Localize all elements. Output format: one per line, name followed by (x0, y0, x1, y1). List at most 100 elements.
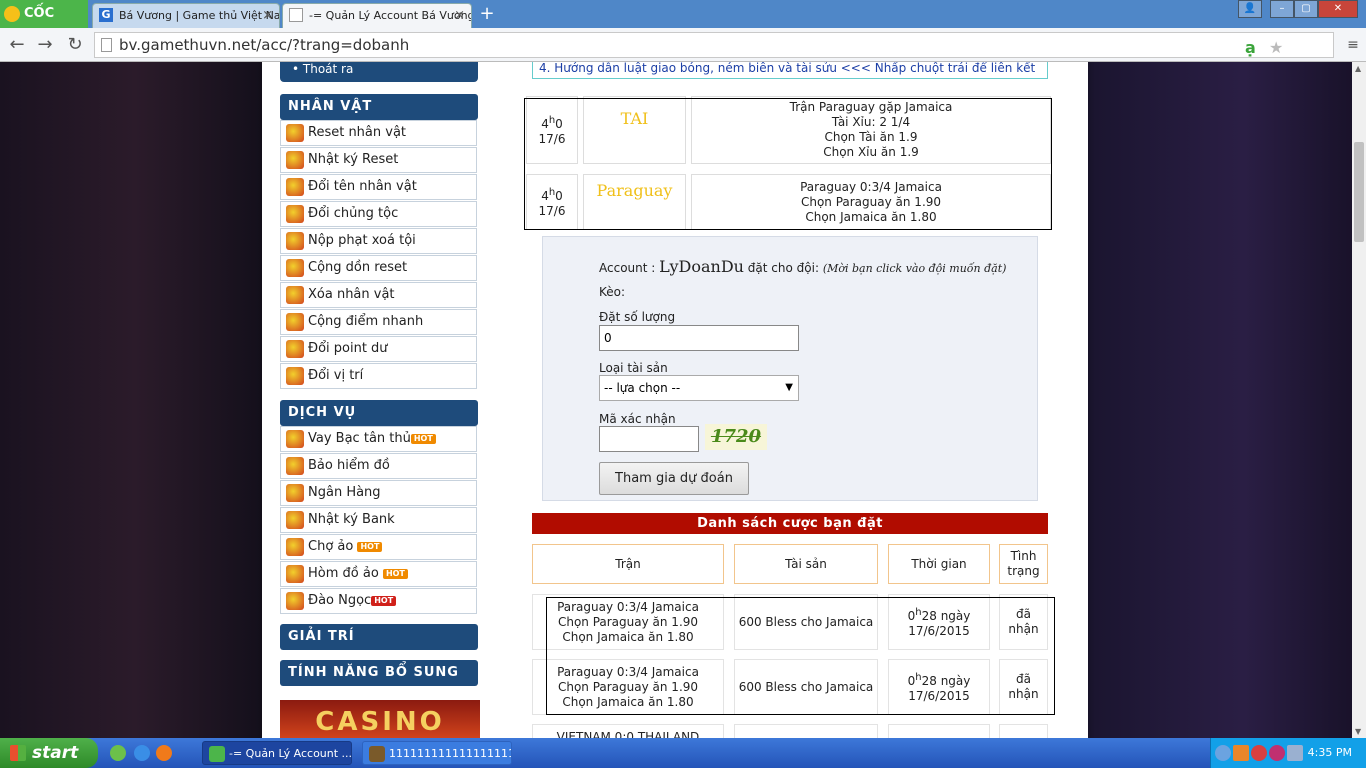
section-extra-features[interactable]: TÍNH NĂNG BỔ SUNG (280, 660, 478, 686)
page-viewport: • Thoát ra NHÂN VẬT Reset nhân vật Nhật … (0, 62, 1352, 738)
forward-arrow-icon[interactable]: → (34, 34, 56, 56)
scroll-thumb[interactable] (1354, 142, 1364, 242)
sidebar-item-loan[interactable]: Vay Bạc tân thủ HOT (280, 426, 477, 452)
sidebar-item-reset[interactable]: Reset nhân vật (280, 120, 477, 146)
tray-app-icon[interactable] (1233, 745, 1249, 761)
qty-label: Đặt số lượng (599, 310, 676, 324)
sidebar-item-logout[interactable]: • Thoát ra (280, 62, 478, 82)
notice-link[interactable]: 4. Hướng dẫn luật giao bóng, ném biên và… (532, 62, 1048, 79)
hot-badge: HOT (357, 541, 383, 552)
bullet-icon (286, 430, 304, 448)
tab-account[interactable]: -= Quản Lý Account Bá Vương =- × (282, 3, 472, 28)
col-asset: Tài sản (734, 544, 878, 584)
bullet-icon (286, 232, 304, 250)
sidebar-item-gem[interactable]: Đào Ngọc HOT (280, 588, 477, 614)
browser-tabbar: CỐC CỐC G Bá Vương | Game thủ Việt Nam ×… (0, 0, 1366, 49)
section-character: NHÂN VẬT (280, 94, 478, 120)
windows-flag-icon (10, 745, 26, 761)
section-entertainment[interactable]: GIẢI TRÍ (280, 624, 478, 650)
sidebar-item-position[interactable]: Đổi vị trí (280, 363, 477, 389)
bullet-icon (286, 178, 304, 196)
maximize-button[interactable]: ▢ (1294, 0, 1318, 18)
submit-button[interactable]: Tham gia dự đoán (599, 462, 749, 495)
table-row-status (999, 724, 1048, 738)
dropdown-arrow-icon: ▼ (785, 382, 793, 393)
sidebar-item-race[interactable]: Đổi chủng tộc (280, 201, 477, 227)
bullet-icon (286, 259, 304, 277)
close-tab-icon[interactable]: × (454, 4, 465, 27)
highlight-outline (524, 98, 1052, 230)
sidebar-item-spare-points[interactable]: Đổi point dư (280, 336, 477, 362)
start-button[interactable]: start (0, 738, 98, 768)
account-line: Account : LyDoanDu đặt cho đội: (Mời bạn… (599, 257, 1007, 276)
task-game[interactable]: 1111111111111111111... (362, 741, 512, 765)
bookmark-star-icon[interactable]: ★ (1269, 36, 1283, 60)
bullet-icon (286, 484, 304, 502)
sidebar-item-bank[interactable]: Ngân Hàng (280, 480, 477, 506)
new-tab-button[interactable]: + (478, 3, 496, 25)
bullet-icon (286, 340, 304, 358)
bullet-icon (286, 205, 304, 223)
tab-game[interactable]: G Bá Vương | Game thủ Việt Nam × (92, 3, 280, 28)
close-tab-icon[interactable]: × (262, 4, 273, 27)
scroll-down-icon[interactable]: ▼ (1355, 727, 1361, 736)
tray-app-icon[interactable] (1269, 745, 1285, 761)
sidebar-item-penalty[interactable]: Nộp phạt xoá tội (280, 228, 477, 254)
asset-select[interactable]: -- lựa chọn -- ▼ (599, 375, 799, 401)
account-hint: (Mời bạn click vào đội muốn đặt) (822, 262, 1007, 275)
sidebar-item-quick-points[interactable]: Cộng điểm nhanh (280, 309, 477, 335)
ie-quick-icon[interactable] (134, 745, 150, 761)
bullet-icon (286, 511, 304, 529)
network-icon[interactable] (1287, 745, 1303, 761)
minimize-button[interactable]: – (1270, 0, 1294, 18)
bullet-icon (286, 313, 304, 331)
account-name: LyDoanDu (659, 257, 744, 276)
tray-arrow-icon[interactable] (1215, 745, 1231, 761)
user-icon[interactable]: 👤 (1238, 0, 1262, 18)
col-status: Tình trạng (999, 544, 1048, 584)
sidebar-item-chest[interactable]: Hòm đồ ảo HOT (280, 561, 477, 587)
bullet-icon (286, 592, 304, 610)
page-icon (101, 38, 112, 52)
taskbar: start -= Quản Lý Account ... 11111111111… (0, 738, 1366, 768)
captcha-image: 1720 (705, 424, 767, 450)
sidebar-item-delete[interactable]: Xóa nhân vật (280, 282, 477, 308)
browser-navbar: ← → ↻ bv.gamethuvn.net/acc/?trang=dobanh… (0, 28, 1366, 62)
firefox-quick-icon[interactable] (156, 745, 172, 761)
highlight-outline (546, 597, 1055, 715)
coccoc-dict-icon[interactable]: ạ (1245, 36, 1256, 60)
table-row-asset (734, 724, 878, 738)
qty-input[interactable]: 0 (599, 325, 799, 351)
page-favicon-icon (289, 8, 303, 22)
system-tray: 4:35 PM (1210, 738, 1366, 768)
sidebar-item-reset-stack[interactable]: Cộng dồn reset (280, 255, 477, 281)
sidebar-item-bank-log[interactable]: Nhật ký Bank (280, 507, 477, 533)
captcha-input[interactable] (599, 426, 699, 452)
tray-app-icon[interactable] (1251, 745, 1267, 761)
menu-icon[interactable]: ≡ (1342, 34, 1364, 56)
sidebar-item-insurance[interactable]: Bảo hiểm đồ (280, 453, 477, 479)
clock: 4:35 PM (1307, 746, 1352, 759)
sidebar-item-reset-log[interactable]: Nhật ký Reset (280, 147, 477, 173)
coccoc-quick-icon[interactable] (110, 745, 126, 761)
hot-badge: HOT (371, 595, 397, 606)
hot-badge: HOT (382, 568, 408, 579)
bet-form: Account : LyDoanDu đặt cho đội: (Mời bạn… (542, 236, 1038, 501)
game-icon (369, 746, 385, 762)
col-time: Thời gian (888, 544, 990, 584)
sidebar-item-rename[interactable]: Đổi tên nhân vật (280, 174, 477, 200)
back-arrow-icon[interactable]: ← (6, 34, 28, 56)
task-account[interactable]: -= Quản Lý Account ... (202, 741, 352, 765)
scroll-up-icon[interactable]: ▲ (1355, 64, 1361, 73)
bullet-icon (286, 151, 304, 169)
bullet-icon (286, 538, 304, 556)
table-row-time (888, 724, 990, 738)
vertical-scrollbar[interactable]: ▲ ▼ (1352, 62, 1366, 738)
address-bar[interactable]: bv.gamethuvn.net/acc/?trang=dobanh ạ ★ ⤓ (94, 32, 1334, 58)
casino-banner[interactable]: CASINO (280, 700, 480, 738)
browser-logo[interactable]: CỐC CỐC (0, 0, 88, 49)
close-button[interactable]: ✕ (1318, 0, 1358, 18)
captcha-label: Mã xác nhận (599, 412, 676, 426)
sidebar-item-market[interactable]: Chợ ảo HOT (280, 534, 477, 560)
reload-icon[interactable]: ↻ (64, 34, 86, 56)
